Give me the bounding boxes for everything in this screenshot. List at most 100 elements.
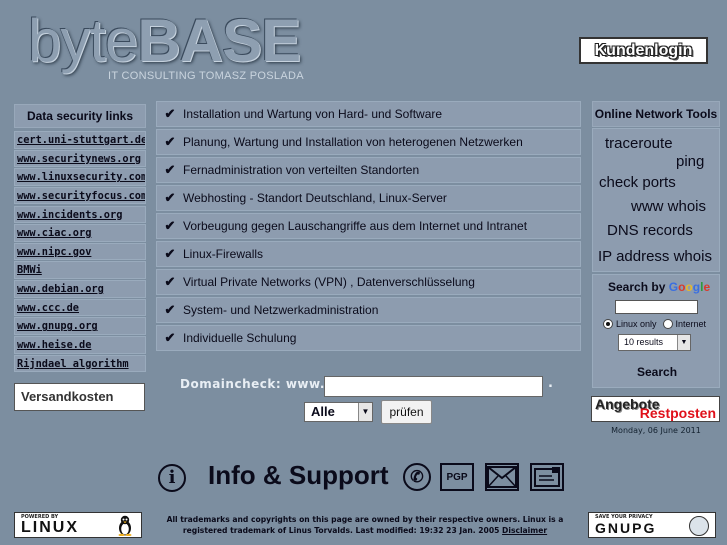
restposten-text: Restposten bbox=[639, 405, 716, 421]
pgp-label: PGP bbox=[446, 471, 468, 483]
service-label: Webhosting - Standort Deutschland, Linux… bbox=[183, 191, 447, 205]
domain-dot: . bbox=[548, 376, 553, 391]
service-item: ✔ Webhosting - Standort Deutschland, Linu… bbox=[156, 185, 581, 211]
envelope-shape bbox=[487, 466, 517, 488]
check-icon: ✔ bbox=[164, 106, 176, 121]
search-button[interactable]: Search bbox=[637, 365, 677, 379]
footer-legal-text: All trademarks and copyrights on this pa… bbox=[165, 514, 565, 536]
domain-input[interactable] bbox=[324, 376, 543, 397]
security-links-title: Data security links bbox=[14, 104, 146, 128]
service-item: ✔ Linux-Firewalls bbox=[156, 241, 581, 267]
logo-light-part: byte bbox=[28, 7, 138, 74]
google-letter: o bbox=[685, 280, 693, 294]
logo-wordmark: byteBASE bbox=[28, 7, 301, 74]
fax-icon[interactable] bbox=[530, 463, 564, 491]
tld-select[interactable]: Alle ▼ bbox=[304, 402, 373, 422]
service-item: ✔ Vorbeugung gegen Lauschangriffe aus dem… bbox=[156, 213, 581, 239]
google-search-panel: Search by Google Linux only Internet 10 … bbox=[592, 274, 720, 388]
google-letter: g bbox=[692, 280, 701, 294]
service-label: Installation und Wartung von Hard- und S… bbox=[183, 107, 443, 121]
radio-linux-only[interactable] bbox=[603, 319, 613, 329]
network-tools-panel: traceroute ping check ports www whois DN… bbox=[592, 128, 720, 272]
service-label: Vorbeugung gegen Lauschangriffe aus dem … bbox=[183, 219, 528, 233]
kundenlogin-button[interactable]: Kundenlogin bbox=[579, 37, 708, 64]
google-logo: Google bbox=[669, 280, 710, 294]
results-count-value: 10 results bbox=[624, 337, 664, 347]
phone-icon[interactable]: ✆ bbox=[403, 463, 431, 491]
tool-check-ports-link[interactable]: check ports bbox=[599, 174, 676, 191]
tool-dns-records-link[interactable]: DNS records bbox=[607, 222, 693, 239]
chevron-down-icon: ▼ bbox=[677, 335, 690, 350]
security-link[interactable]: www.ciac.org bbox=[14, 224, 146, 242]
search-input[interactable] bbox=[615, 300, 698, 314]
gnupg-badge[interactable]: SAVE YOUR PRIVACY GNUPG bbox=[588, 512, 716, 538]
angebote-restposten-banner[interactable]: Angebote Restposten bbox=[591, 396, 720, 422]
security-link[interactable]: www.linuxsecurity.com bbox=[14, 168, 146, 186]
logo-subtitle: IT CONSULTING TOMASZ POSLADA bbox=[108, 70, 304, 82]
security-link[interactable]: www.gnupg.org bbox=[14, 317, 146, 335]
security-link[interactable]: www.securityfocus.com bbox=[14, 186, 146, 205]
info-icon[interactable]: i bbox=[158, 464, 186, 492]
versandkosten-button[interactable]: Versandkosten bbox=[14, 383, 145, 411]
security-link[interactable]: www.incidents.org bbox=[14, 205, 146, 224]
service-item: ✔ Planung, Wartung und Installation von h… bbox=[156, 129, 581, 155]
gnupg-seal-icon bbox=[689, 516, 709, 536]
check-icon: ✔ bbox=[164, 134, 176, 149]
footer-line-2: registered trademark of Linus Torvalds. … bbox=[165, 525, 565, 536]
site-logo[interactable]: byteBASE IT CONSULTING TOMASZ POSLADA bbox=[28, 7, 328, 83]
search-title-prefix: Search by bbox=[608, 280, 666, 294]
current-date: Monday, 06 June 2011 bbox=[611, 426, 701, 435]
radio-linux-label: Linux only bbox=[616, 319, 657, 329]
gnupg-badge-big: GNUPG bbox=[595, 520, 657, 536]
service-item: ✔ Fernadministration von verteilten Stand… bbox=[156, 157, 581, 183]
kundenlogin-label: Kundenlogin bbox=[594, 41, 693, 59]
chevron-down-icon: ▼ bbox=[358, 403, 372, 421]
security-link[interactable]: Rijndael algorithm bbox=[14, 354, 146, 373]
check-icon: ✔ bbox=[164, 274, 176, 289]
network-tools-title: Online Network Tools bbox=[592, 101, 720, 127]
google-letter: G bbox=[668, 280, 679, 294]
info-support-title: Info & Support bbox=[208, 460, 389, 490]
security-links-list: cert.uni-stuttgart.de www.securitynews.o… bbox=[14, 131, 146, 373]
results-count-select[interactable]: 10 results ▼ bbox=[618, 334, 691, 351]
powered-by-linux-badge[interactable]: POWERED BY LINUX bbox=[14, 512, 142, 538]
google-letter: e bbox=[703, 280, 711, 294]
security-link[interactable]: www.heise.de bbox=[14, 336, 146, 354]
domaincheck-label: Domaincheck: www. bbox=[180, 377, 325, 391]
security-link[interactable]: www.ccc.de bbox=[14, 298, 146, 317]
security-link[interactable]: BMWi bbox=[14, 261, 146, 279]
footer-line-1: All trademarks and copyrights on this pa… bbox=[166, 515, 564, 524]
service-label: Planung, Wartung und Installation von he… bbox=[183, 135, 523, 149]
tool-www-whois-link[interactable]: www whois bbox=[631, 198, 706, 215]
radio-internet[interactable] bbox=[662, 319, 673, 329]
tld-select-value: Alle bbox=[311, 404, 335, 419]
services-list: ✔ Installation und Wartung von Hard- und … bbox=[156, 101, 581, 353]
document-shape bbox=[534, 467, 560, 487]
search-scope-radios: Linux only Internet bbox=[603, 319, 706, 329]
tool-ping-link[interactable]: ping bbox=[676, 153, 704, 170]
service-item: ✔ Installation und Wartung von Hard- und … bbox=[156, 101, 581, 127]
security-link[interactable]: www.securitynews.org bbox=[14, 149, 146, 168]
disclaimer-link[interactable]: Disclaimer bbox=[502, 526, 547, 535]
service-label: Linux-Firewalls bbox=[183, 247, 264, 261]
search-title: Search by Google bbox=[608, 280, 710, 294]
pruefen-button[interactable]: prüfen bbox=[381, 400, 432, 424]
security-link[interactable]: cert.uni-stuttgart.de bbox=[14, 131, 146, 149]
mail-icon[interactable] bbox=[485, 463, 519, 491]
check-icon: ✔ bbox=[164, 190, 176, 205]
service-item: ✔ Virtual Private Networks (VPN) , Datenv… bbox=[156, 269, 581, 295]
check-icon: ✔ bbox=[164, 218, 176, 233]
service-item: ✔ Individuelle Schulung bbox=[156, 325, 581, 351]
security-link[interactable]: www.nipc.gov bbox=[14, 242, 146, 261]
pgp-key-icon[interactable]: PGP bbox=[440, 463, 474, 491]
tool-ip-whois-link[interactable]: IP address whois bbox=[598, 248, 712, 265]
security-link[interactable]: www.debian.org bbox=[14, 280, 146, 298]
service-label: System- und Netzwerkadministration bbox=[183, 303, 379, 317]
footer-line-2-text: registered trademark of Linus Torvalds. … bbox=[182, 526, 503, 535]
check-icon: ✔ bbox=[164, 162, 176, 177]
check-icon: ✔ bbox=[164, 302, 176, 317]
service-label: Fernadministration von verteilten Stando… bbox=[183, 163, 420, 177]
logo-bold-part: BASE bbox=[137, 7, 301, 74]
tool-traceroute-link[interactable]: traceroute bbox=[605, 135, 673, 152]
check-icon: ✔ bbox=[164, 330, 176, 345]
